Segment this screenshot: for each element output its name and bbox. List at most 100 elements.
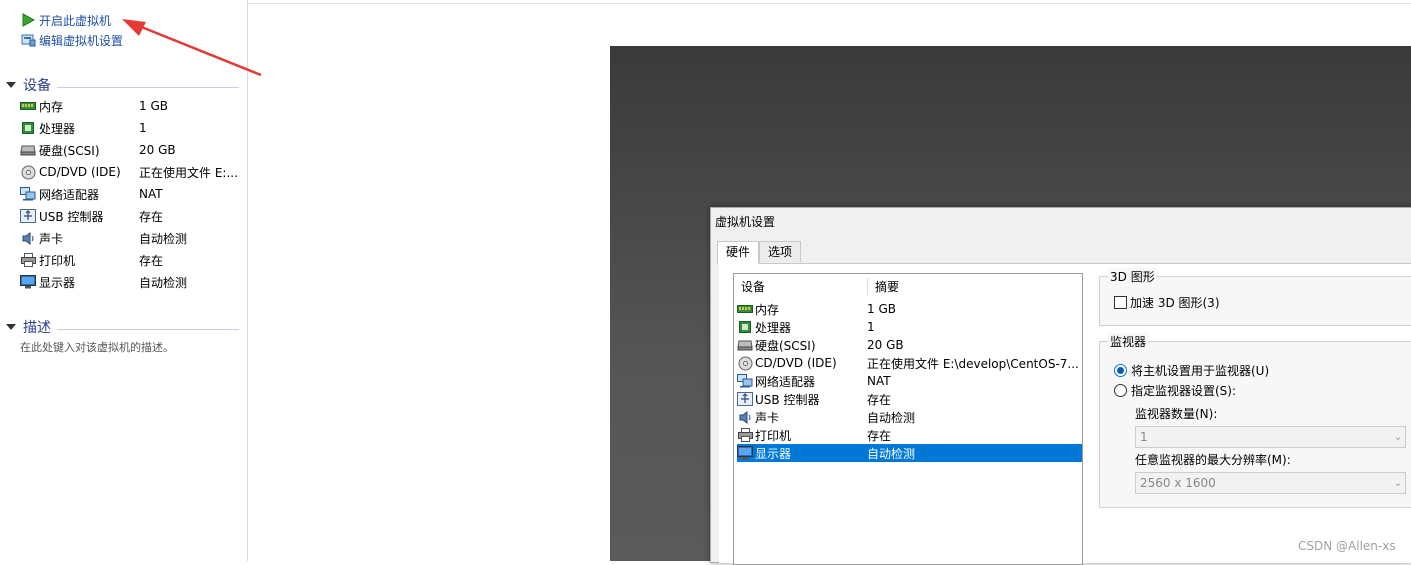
processor-icon — [737, 320, 753, 334]
device-summary: 存在 — [139, 253, 164, 268]
device-summary: 自动检测 — [139, 275, 188, 290]
usb-controller-icon — [20, 209, 36, 223]
network-adapter-icon — [20, 187, 36, 201]
section-rule — [57, 328, 239, 330]
chevron-down-icon: ⌄ — [1393, 477, 1403, 489]
column-header-device[interactable]: 设备 — [734, 277, 868, 295]
accelerate-3d-checkbox[interactable]: 加速 3D 图形(3) — [1114, 294, 1220, 311]
monitor-count-label: 监视器数量(N): — [1135, 407, 1218, 421]
radio-button[interactable] — [1114, 384, 1127, 397]
max-resolution-label: 任意监视器的最大分辨率(M): — [1135, 453, 1291, 467]
collapse-triangle-icon — [6, 82, 16, 88]
device-summary: 1 GB — [867, 302, 896, 316]
device-name: USB 控制器 — [39, 209, 104, 224]
memory-icon — [737, 302, 753, 316]
device-name: 硬盘(SCSI) — [39, 143, 100, 158]
monitor-group: 监视器 将主机设置用于监视器(U) 指定监视器设置(S): 监视器数量(N): … — [1099, 333, 1411, 508]
hardware-list-header: 设备 摘要 — [734, 274, 1082, 298]
hard-disk-icon — [737, 338, 753, 352]
device-name: 显示器 — [39, 275, 76, 290]
section-rule — [57, 86, 239, 88]
device-summary: 自动检测 — [139, 231, 188, 246]
specify-monitor-radio[interactable]: 指定监视器设置(S): — [1114, 382, 1236, 399]
hardware-list-row[interactable]: 硬盘(SCSI) 20 GB — [737, 336, 1082, 354]
column-header-summary[interactable]: 摘要 — [868, 278, 899, 295]
max-resolution-value: 2560 x 1600 — [1140, 476, 1216, 490]
sound-card-icon — [737, 410, 753, 424]
radio-button[interactable] — [1114, 364, 1127, 377]
device-row[interactable]: 声卡 自动检测 — [20, 228, 242, 248]
device-summary: 自动检测 — [867, 410, 916, 425]
device-name: CD/DVD (IDE) — [755, 356, 837, 370]
usb-controller-icon — [737, 392, 753, 406]
device-row[interactable]: 硬盘(SCSI) 20 GB — [20, 140, 242, 160]
checkbox-box[interactable] — [1114, 296, 1127, 309]
device-row[interactable]: 打印机 存在 — [20, 250, 242, 270]
device-row[interactable]: 处理器 1 — [20, 118, 242, 138]
device-row[interactable]: CD/DVD (IDE) 正在使用文件 E:... — [20, 162, 242, 182]
device-name: 硬盘(SCSI) — [755, 338, 816, 353]
device-summary: NAT — [867, 374, 891, 388]
device-summary: 正在使用文件 E:... — [139, 165, 238, 180]
device-summary: 存在 — [867, 392, 892, 407]
vm-summary-panel: 开启此虚拟机 编辑虚拟机设置 设备 内存 1 GB 处理器 1 硬盘(SCSI) 20 G… — [0, 0, 248, 561]
vm-settings-dialog: 虚拟机设置 硬件 选项 设备 摘要 内存 1 GB 处理器 1 硬盘(SCSI) 20 G… — [710, 207, 1411, 565]
device-summary: 1 — [139, 121, 147, 135]
device-row[interactable]: USB 控制器 存在 — [20, 206, 242, 226]
printer-icon — [737, 428, 753, 442]
hardware-list-row[interactable]: USB 控制器 存在 — [737, 390, 1082, 408]
device-name: 内存 — [39, 99, 64, 114]
monitor-count-value: 1 — [1140, 430, 1148, 444]
watermark: CSDN @Allen-xs — [1298, 539, 1396, 553]
device-summary: 1 GB — [139, 99, 168, 113]
hardware-list-row[interactable]: 声卡 自动检测 — [737, 408, 1082, 426]
printer-icon — [20, 253, 36, 267]
hardware-list-row[interactable]: 打印机 存在 — [737, 426, 1082, 444]
accelerate-3d-label: 加速 3D 图形(3) — [1130, 296, 1220, 310]
hard-disk-icon — [20, 143, 36, 157]
cd-dvd-icon — [20, 165, 36, 179]
description-placeholder[interactable]: 在此处键入对该虚拟机的描述。 — [20, 339, 174, 355]
device-name: 显示器 — [755, 446, 792, 461]
description-section-header[interactable]: 描述 — [6, 318, 239, 336]
memory-icon — [20, 99, 36, 113]
tab-hardware[interactable]: 硬件 — [717, 241, 760, 264]
device-summary: 20 GB — [139, 143, 176, 157]
specify-monitor-label: 指定监视器设置(S): — [1131, 384, 1237, 398]
device-name: 打印机 — [39, 253, 76, 268]
graphics-3d-group: 3D 图形 加速 3D 图形(3) — [1099, 268, 1411, 326]
device-row[interactable]: 内存 1 GB — [20, 96, 242, 116]
hardware-tab-content: 设备 摘要 内存 1 GB 处理器 1 硬盘(SCSI) 20 GB CD/DVD (IDE… — [719, 263, 1411, 565]
device-name: 网络适配器 — [755, 374, 816, 389]
hardware-list-row[interactable]: 内存 1 GB — [737, 300, 1082, 318]
hardware-list-row[interactable]: CD/DVD (IDE) 正在使用文件 E:\develop\CentOS-7..… — [737, 354, 1082, 372]
device-name: USB 控制器 — [755, 392, 820, 407]
hardware-list-row[interactable]: 网络适配器 NAT — [737, 372, 1082, 390]
collapse-triangle-icon — [6, 324, 16, 330]
sound-card-icon — [20, 231, 36, 245]
device-summary: 存在 — [139, 209, 164, 224]
device-row[interactable]: 显示器 自动检测 — [20, 272, 242, 292]
monitor-count-combo[interactable]: 1 ⌄ — [1135, 426, 1406, 448]
hardware-list-row[interactable]: 显示器 自动检测 — [737, 444, 1082, 462]
graphics-3d-group-title: 3D 图形 — [1108, 268, 1157, 285]
device-name: 处理器 — [39, 121, 76, 136]
cd-dvd-icon — [737, 356, 753, 370]
processor-icon — [20, 121, 36, 135]
device-summary: 存在 — [867, 428, 892, 443]
device-summary: 20 GB — [867, 338, 904, 352]
device-summary: 正在使用文件 E:\develop\CentOS-7... — [867, 356, 1079, 371]
max-resolution-combo[interactable]: 2560 x 1600 ⌄ — [1135, 472, 1406, 494]
hardware-list-row[interactable]: 处理器 1 — [737, 318, 1082, 336]
tab-options[interactable]: 选项 — [759, 241, 802, 262]
device-name: 内存 — [755, 302, 780, 317]
display-icon — [20, 275, 36, 289]
device-name: 处理器 — [755, 320, 792, 335]
device-summary: NAT — [139, 187, 163, 201]
display-icon — [737, 446, 753, 460]
network-adapter-icon — [737, 374, 753, 388]
use-host-monitor-label: 将主机设置用于监视器(U) — [1131, 364, 1270, 378]
use-host-monitor-radio[interactable]: 将主机设置用于监视器(U) — [1114, 362, 1269, 379]
device-row[interactable]: 网络适配器 NAT — [20, 184, 242, 204]
hardware-list[interactable]: 设备 摘要 内存 1 GB 处理器 1 硬盘(SCSI) 20 GB CD/DVD (IDE… — [733, 273, 1083, 565]
